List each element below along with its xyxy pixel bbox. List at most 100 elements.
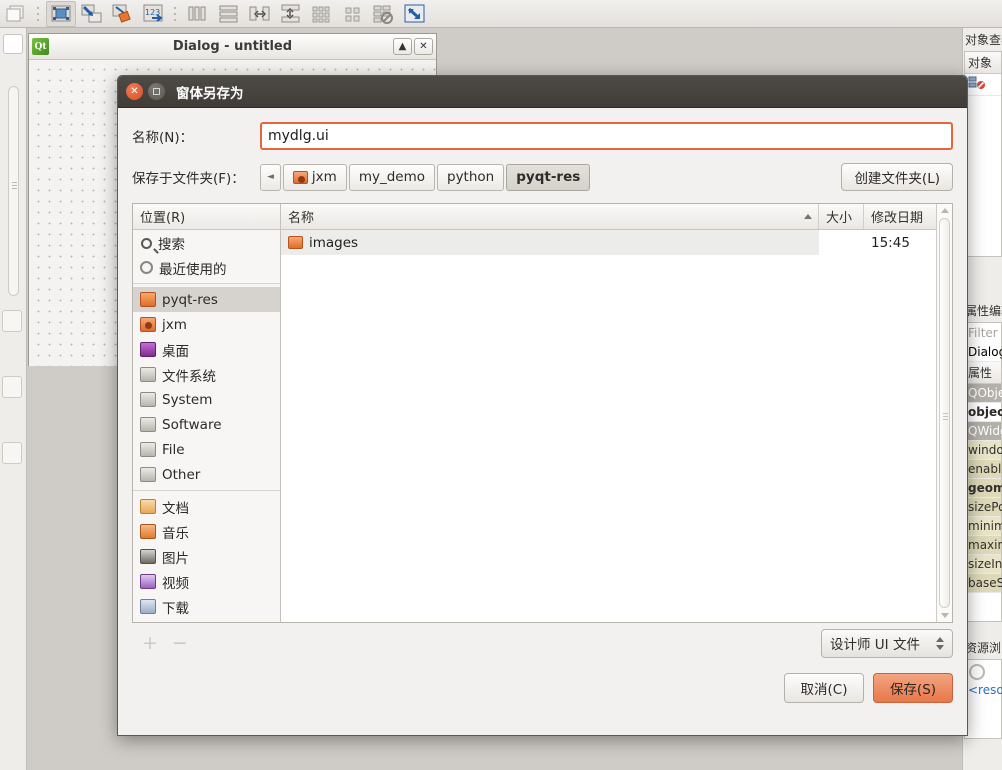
breadcrumb-item-python[interactable]: python: [437, 163, 505, 191]
edit-signals-slots-icon[interactable]: [77, 1, 107, 27]
widget-box-item-1[interactable]: [2, 310, 22, 332]
layout-horizontal-splitter-icon[interactable]: [245, 1, 275, 27]
form-window-titlebar: Qt Dialog - untitled ▲ ✕: [29, 34, 436, 60]
place-label: File: [162, 441, 185, 458]
edit-tab-order-icon[interactable]: 123: [139, 1, 169, 27]
breadcrumb-item-pyqt-res[interactable]: pyqt-res: [506, 163, 591, 191]
places-sidebar: 位置(R) 搜索 最近使用的 pyqt-res jxm 桌面文件系统 System Soft…: [133, 204, 281, 622]
layout-form-icon[interactable]: [338, 1, 368, 27]
breadcrumb-back-button[interactable]: ◄: [260, 163, 281, 191]
places-header: 位置(R): [133, 204, 280, 230]
form-minimize-button[interactable]: ▲: [393, 38, 412, 55]
remove-place-button[interactable]: −: [172, 632, 188, 654]
column-header-label: 修改日期: [871, 211, 924, 226]
property-row-minimumSize[interactable]: minimumSize: [965, 517, 1002, 536]
place-item-搜索[interactable]: 搜索: [133, 230, 280, 255]
form-window-title: Dialog - untitled: [172, 39, 293, 54]
place-label: 桌面: [162, 343, 189, 360]
property-row-sizePolicy[interactable]: sizePolicy: [965, 498, 1002, 517]
file-list-scrollbar[interactable]: [936, 204, 952, 622]
dialog-close-button[interactable]: ✕: [126, 83, 143, 100]
place-item-最近使用的[interactable]: 最近使用的: [133, 255, 280, 280]
layout-grid-icon[interactable]: [307, 1, 337, 27]
save-button[interactable]: 保存(S): [873, 673, 953, 703]
property-row-QObject[interactable]: QObject: [965, 384, 1002, 403]
cancel-button[interactable]: 取消(C): [784, 673, 864, 703]
dialog-maximize-button[interactable]: [148, 83, 165, 100]
file-list: 名称 大小 修改日期 images 15:45: [281, 204, 936, 622]
widget-box-scrollbar[interactable]: [8, 86, 19, 296]
place-label: System: [162, 391, 213, 408]
place-label: 文档: [162, 500, 189, 517]
breadcrumb-item-jxm[interactable]: jxm: [282, 163, 347, 191]
widget-box-search[interactable]: [3, 34, 23, 54]
property-row-enabled[interactable]: enabled: [965, 460, 1002, 479]
property-row-maximumSize[interactable]: maximumSize: [965, 536, 1002, 555]
cell-size: [819, 230, 864, 255]
resource-root-label[interactable]: <resource root>: [965, 680, 1002, 700]
property-filter-input[interactable]: Filter: [965, 323, 1001, 343]
place-item-音乐[interactable]: 音乐: [133, 519, 280, 544]
place-item-视频[interactable]: 视频: [133, 569, 280, 594]
property-row-objectName[interactable]: objectName: [965, 403, 1002, 422]
table-row[interactable]: images 15:45: [281, 230, 936, 255]
layout-horizontally-icon[interactable]: [183, 1, 213, 27]
breadcrumb-item-my_demo[interactable]: my_demo: [348, 163, 435, 191]
gear-icon[interactable]: [969, 664, 985, 680]
place-item-桌面[interactable]: 桌面: [133, 337, 280, 362]
place-label: Other: [162, 466, 201, 483]
place-item-jxm[interactable]: jxm: [133, 312, 280, 337]
object-inspector-panel[interactable]: 对象: [964, 51, 1002, 257]
add-place-button[interactable]: +: [142, 632, 158, 654]
filename-input[interactable]: [260, 122, 953, 150]
place-item-图片[interactable]: 图片: [133, 544, 280, 569]
property-editor-title: 属性编辑器: [965, 304, 1002, 318]
resource-browser-panel[interactable]: <resource root>: [964, 659, 1002, 739]
scrollbar-thumb[interactable]: [939, 218, 950, 608]
column-header-name[interactable]: 名称: [281, 204, 819, 229]
property-row-geometry[interactable]: geometry: [965, 479, 1002, 498]
folder-icon: [288, 236, 303, 249]
property-row-windowModality[interactable]: windowModality: [965, 441, 1002, 460]
place-item-System[interactable]: System: [133, 387, 280, 412]
sort-ascending-icon: [804, 214, 812, 219]
place-item-File[interactable]: File: [133, 437, 280, 462]
property-row-QWidget[interactable]: QWidget: [965, 422, 1002, 441]
place-item-文档[interactable]: 文档: [133, 494, 280, 519]
adjust-size-icon[interactable]: [400, 1, 430, 27]
dialog-title: 窗体另存为: [176, 85, 244, 102]
place-item-文件系统[interactable]: 文件系统: [133, 362, 280, 387]
resource-browser-title: 资源浏览器: [965, 641, 1002, 655]
place-label: 文件系统: [162, 368, 216, 385]
place-item-Software[interactable]: Software: [133, 412, 280, 437]
form-close-button[interactable]: ✕: [414, 38, 433, 55]
place-label: 下载: [162, 600, 189, 617]
place-item-下载[interactable]: 下载: [133, 594, 280, 619]
file-type-combo[interactable]: 设计师 UI 文件: [821, 628, 953, 658]
property-editor-panel[interactable]: Filter Dialog 属性 QObjectobjectNameQWidge…: [964, 322, 1002, 622]
edit-widgets-icon[interactable]: [46, 0, 76, 27]
layout-vertically-icon[interactable]: [214, 1, 244, 27]
column-header-size[interactable]: 大小: [819, 204, 864, 229]
drive-icon: [140, 392, 156, 407]
create-folder-button[interactable]: 创建文件夹(L): [841, 163, 953, 191]
scroll-up-icon[interactable]: [940, 208, 949, 213]
layout-vertical-splitter-icon[interactable]: [276, 1, 306, 27]
pictures-icon: [140, 549, 156, 564]
dialog-action-row: 取消(C) 保存(S): [132, 673, 953, 703]
search-icon: [141, 237, 152, 249]
place-label: jxm: [162, 316, 187, 333]
widget-box-item-2[interactable]: [2, 376, 22, 398]
widget-box-item-3[interactable]: [2, 442, 22, 464]
property-row-sizeIncrement[interactable]: sizeIncrement: [965, 555, 1002, 574]
column-header-date[interactable]: 修改日期: [864, 204, 936, 229]
place-label: 音乐: [162, 525, 189, 542]
property-row-baseSize[interactable]: baseSize: [965, 574, 1002, 593]
object-inspector-row[interactable]: [965, 74, 1001, 96]
place-item-pyqt-res[interactable]: pyqt-res: [133, 287, 280, 312]
break-layout-icon[interactable]: [369, 1, 399, 27]
new-form-icon[interactable]: [2, 1, 32, 27]
edit-buddies-icon[interactable]: [108, 1, 138, 27]
scroll-down-icon[interactable]: [940, 613, 949, 618]
place-item-Other[interactable]: Other: [133, 462, 280, 487]
